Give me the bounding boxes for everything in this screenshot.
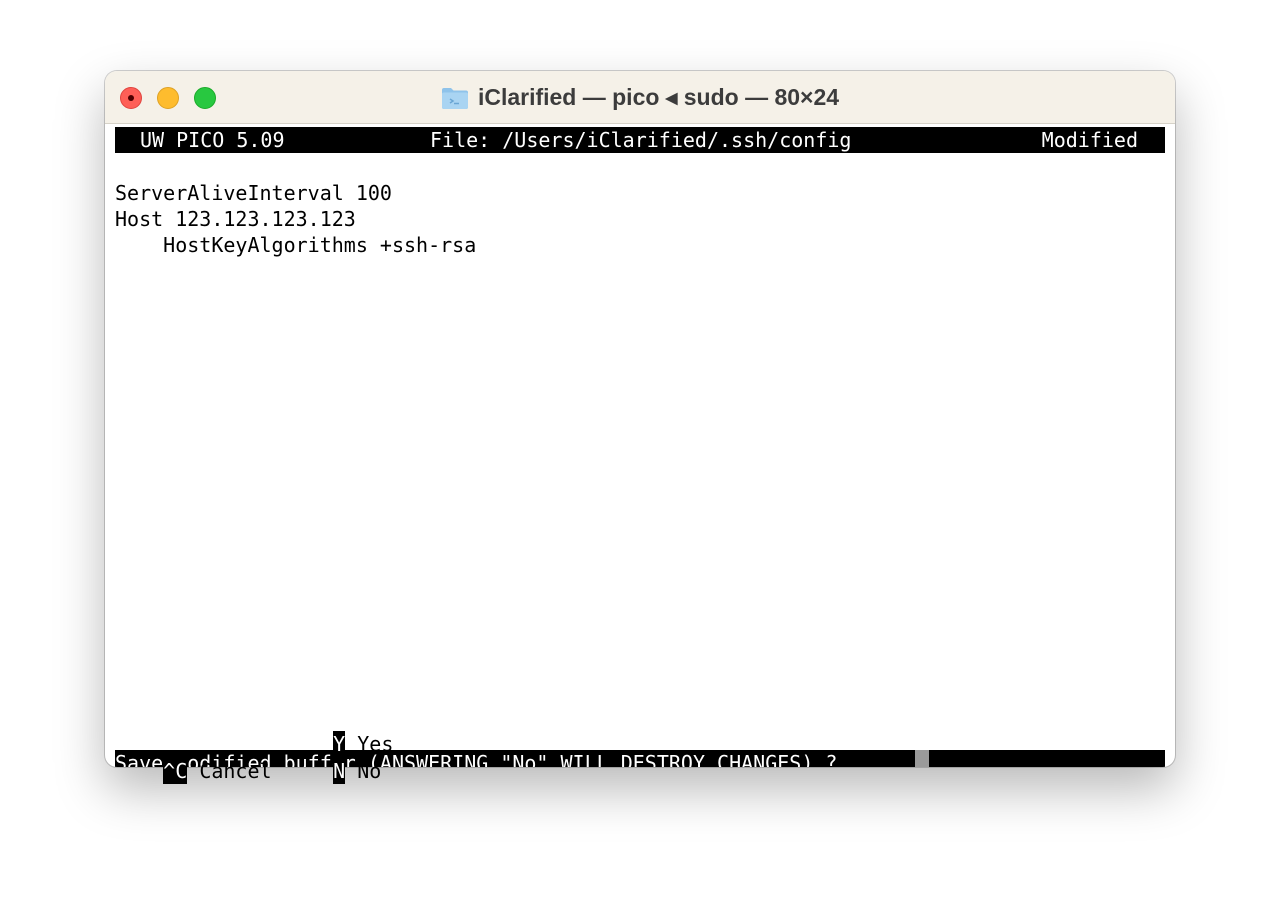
pico-file-path: File: /Users/iClarified/.ssh/config: [430, 128, 852, 152]
window-title: iClarified — pico ◂ sudo — 80×24: [477, 84, 840, 110]
pico-modified-status: Modified: [1041, 128, 1138, 152]
window-title-area: iClarified — pico ◂ sudo — 80×24: [105, 71, 1175, 124]
option-yes[interactable]: Y Yes: [285, 705, 393, 757]
key-n: N: [333, 758, 346, 784]
folder-icon: [441, 86, 469, 110]
key-ctrl-c: ^C: [163, 758, 188, 784]
buffer-line[interactable]: ServerAliveInterval 100: [115, 180, 392, 206]
terminal-content[interactable]: UW PICO 5.09 File: /Users/iClarified/.ss…: [115, 127, 1165, 767]
pico-header-bar: UW PICO 5.09 File: /Users/iClarified/.ss…: [115, 127, 1165, 153]
option-cancel-label: Cancel: [199, 759, 272, 783]
title-bar[interactable]: iClarified — pico ◂ sudo — 80×24: [105, 71, 1175, 124]
shortcut-area: Y Yes ^C Cancel N No: [115, 705, 1165, 784]
option-no[interactable]: N No: [285, 732, 381, 784]
buffer-line[interactable]: HostKeyAlgorithms +ssh-rsa: [115, 232, 476, 258]
option-no-label: No: [357, 759, 382, 783]
pico-version: UW PICO 5.09: [140, 128, 285, 152]
option-cancel[interactable]: ^C Cancel: [115, 732, 272, 784]
buffer-line[interactable]: Host 123.123.123.123: [115, 206, 356, 232]
terminal-window: iClarified — pico ◂ sudo — 80×24 UW PICO…: [105, 71, 1175, 767]
